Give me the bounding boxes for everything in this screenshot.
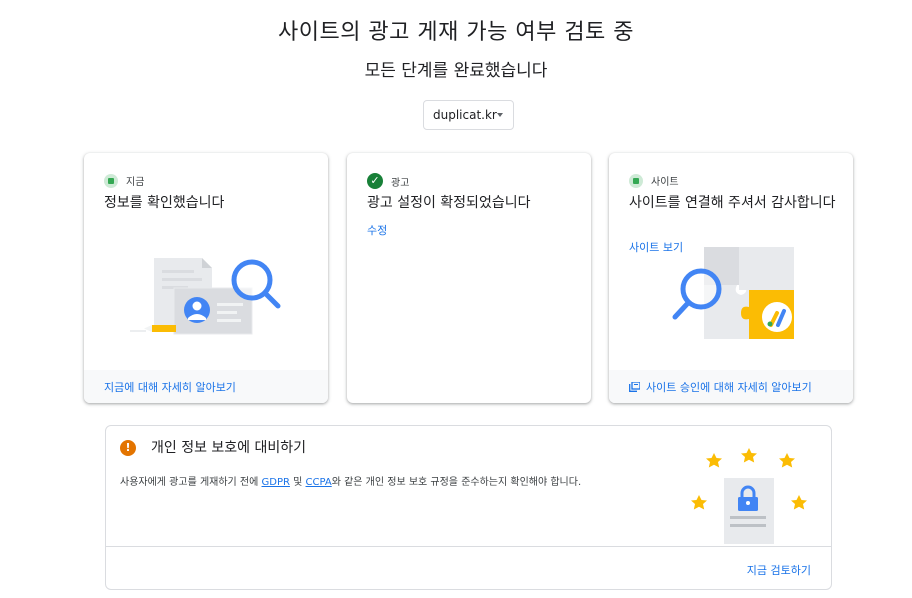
divider bbox=[106, 546, 831, 547]
document-search-illustration-icon bbox=[130, 258, 281, 335]
review-now-link[interactable]: 지금 검토하기 bbox=[747, 562, 811, 578]
edit-link[interactable]: 수정 bbox=[367, 222, 387, 238]
site-approval-learn-more-label: 사이트 승인에 대해 자세히 알아보기 bbox=[646, 380, 812, 394]
library-books-icon bbox=[629, 381, 640, 392]
card-title: 광고 설정이 확정되었습니다 bbox=[367, 195, 531, 211]
site-approval-learn-more-link[interactable]: 사이트 승인에 대해 자세히 알아보기 bbox=[609, 370, 853, 403]
page-title: 사이트의 광고 게재 가능 여부 검토 중 bbox=[277, 20, 635, 45]
gdpr-link[interactable]: GDPR bbox=[262, 477, 290, 488]
privacy-title: 개인 정보 보호에 대비하기 bbox=[151, 440, 307, 456]
warning-icon: ! bbox=[120, 440, 136, 456]
card-status-label: 사이트 bbox=[651, 177, 679, 188]
ccpa-link[interactable]: CCPA bbox=[306, 477, 332, 488]
dropdown-arrow-icon bbox=[497, 113, 503, 117]
check-circle-icon: ✓ bbox=[367, 173, 383, 189]
privacy-body-suffix: 와 같은 개인 정보 보호 규정을 준수하는지 확인해야 합니다. bbox=[331, 477, 582, 488]
payments-learn-more-link[interactable]: 지금에 대해 자세히 알아보기 bbox=[84, 370, 328, 403]
card-status-label: 광고 bbox=[391, 177, 410, 189]
privacy-body-and: 및 bbox=[289, 477, 306, 488]
card-status-label: 지금 bbox=[126, 177, 145, 188]
privacy-lock-illustration-icon bbox=[691, 448, 807, 544]
privacy-panel: ! 개인 정보 보호에 대비하기 사용자에게 광고를 게재하기 전에 GDPR … bbox=[105, 425, 832, 590]
site-selector[interactable]: duplicat.kr bbox=[423, 100, 514, 130]
privacy-description: 사용자에게 광고를 게재하기 전에 GDPR 및 CCPA와 같은 개인 정보 … bbox=[120, 473, 581, 488]
card-title: 정보를 확인했습니다 bbox=[104, 195, 225, 211]
page-subtitle: 모든 단계를 완료했습니다 bbox=[364, 61, 548, 81]
pending-status-icon bbox=[104, 173, 118, 188]
privacy-body-prefix: 사용자에게 광고를 게재하기 전에 bbox=[120, 477, 262, 488]
site-selector-value: duplicat.kr bbox=[433, 108, 497, 122]
card-ads-settings: ✓ 광고 광고 설정이 확정되었습니다 수정 bbox=[347, 153, 591, 403]
card-title: 사이트를 연결해 주셔서 감사합니다 bbox=[629, 195, 836, 211]
card-site-connect: 사이트 사이트를 연결해 주셔서 감사합니다 사이트 보기 사이트 승인에 대해… bbox=[609, 153, 853, 403]
pending-status-icon bbox=[629, 173, 643, 188]
puzzle-search-illustration-icon bbox=[672, 247, 794, 339]
card-payments-info: 지금 정보를 확인했습니다 지금에 대해 자세히 알아보기 bbox=[84, 153, 328, 403]
